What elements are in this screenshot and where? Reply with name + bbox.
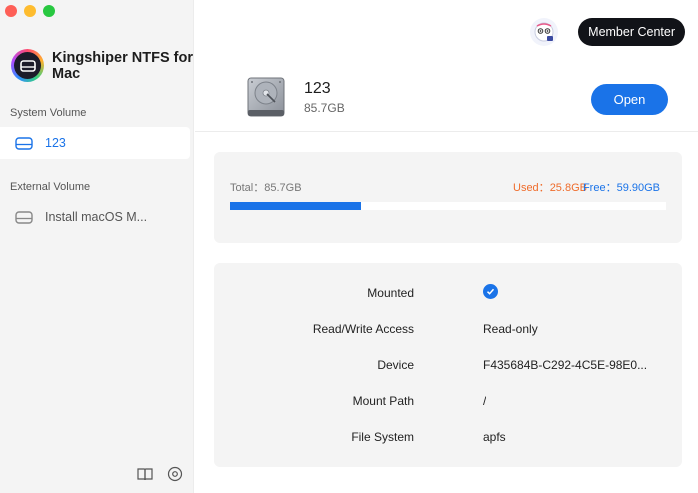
- disk-name: 123: [304, 80, 331, 97]
- volume-info-card: Mounted Read/Write Access Read-only Devi…: [214, 263, 682, 467]
- member-center-button[interactable]: Member Center: [578, 18, 685, 46]
- free-capacity: Free：59.90GB: [582, 182, 660, 194]
- info-row-file-system: File System apfs: [214, 427, 682, 447]
- sidebar-item-volume-123[interactable]: 123: [0, 127, 190, 159]
- info-row-access: Read/Write Access Read-only: [214, 319, 682, 339]
- used-capacity: Used：25.8GB: [513, 182, 587, 194]
- avatar-icon: [534, 22, 554, 42]
- info-row-mount-path: Mount Path /: [214, 391, 682, 411]
- settings-icon[interactable]: [166, 465, 184, 483]
- drive-icon: [15, 210, 33, 224]
- info-label: File System: [351, 430, 414, 444]
- total-capacity: Total：85.7GB: [230, 182, 302, 194]
- external-volume-label: External Volume: [10, 181, 91, 193]
- info-label: Mount Path: [352, 394, 414, 408]
- usage-bar-fill: [230, 202, 361, 210]
- window-controls: [5, 5, 55, 17]
- disk-header: 123 85.7GB Open: [195, 60, 698, 132]
- main-panel: Member Center 123 85.7GB Open Total：85.7…: [195, 0, 698, 493]
- disk-size: 85.7GB: [304, 101, 345, 115]
- book-icon[interactable]: [136, 465, 154, 483]
- info-value: /: [483, 394, 487, 408]
- info-label: Read/Write Access: [312, 322, 414, 336]
- top-bar: Member Center: [530, 18, 685, 46]
- usage-bar: [230, 202, 666, 210]
- zoom-window-button[interactable]: [43, 5, 55, 17]
- app-brand: Kingshiper NTFS for Mac: [11, 49, 202, 82]
- info-label: Device: [377, 358, 414, 372]
- system-volume-label: System Volume: [10, 107, 87, 119]
- close-window-button[interactable]: [5, 5, 17, 17]
- sidebar-item-install-macos[interactable]: Install macOS M...: [0, 201, 190, 233]
- minimize-window-button[interactable]: [24, 5, 36, 17]
- app-name: Kingshiper NTFS for Mac: [52, 49, 193, 82]
- check-circle-icon: [483, 284, 498, 299]
- app-logo-icon: [11, 49, 44, 82]
- sidebar-item-label: Install macOS M...: [45, 210, 148, 224]
- sidebar: Kingshiper NTFS for Mac System Volume 12…: [0, 0, 194, 493]
- usage-card: Total：85.7GB Used：25.8GB Free：59.90GB: [214, 152, 682, 243]
- info-label: Mounted: [367, 286, 414, 300]
- info-row-mounted: Mounted: [214, 283, 682, 303]
- hard-drive-icon: [247, 76, 285, 123]
- info-row-device: Device F435684B-C292-4C5E-98E0...: [214, 355, 682, 375]
- info-value: F435684B-C292-4C5E-98E0...: [483, 358, 648, 372]
- drive-icon: [15, 136, 33, 150]
- open-button[interactable]: Open: [591, 84, 668, 115]
- user-avatar[interactable]: [530, 18, 559, 46]
- sidebar-footer: [136, 465, 184, 483]
- sidebar-item-label: 123: [45, 136, 66, 150]
- info-value: apfs: [483, 430, 506, 444]
- info-value: Read-only: [483, 322, 538, 336]
